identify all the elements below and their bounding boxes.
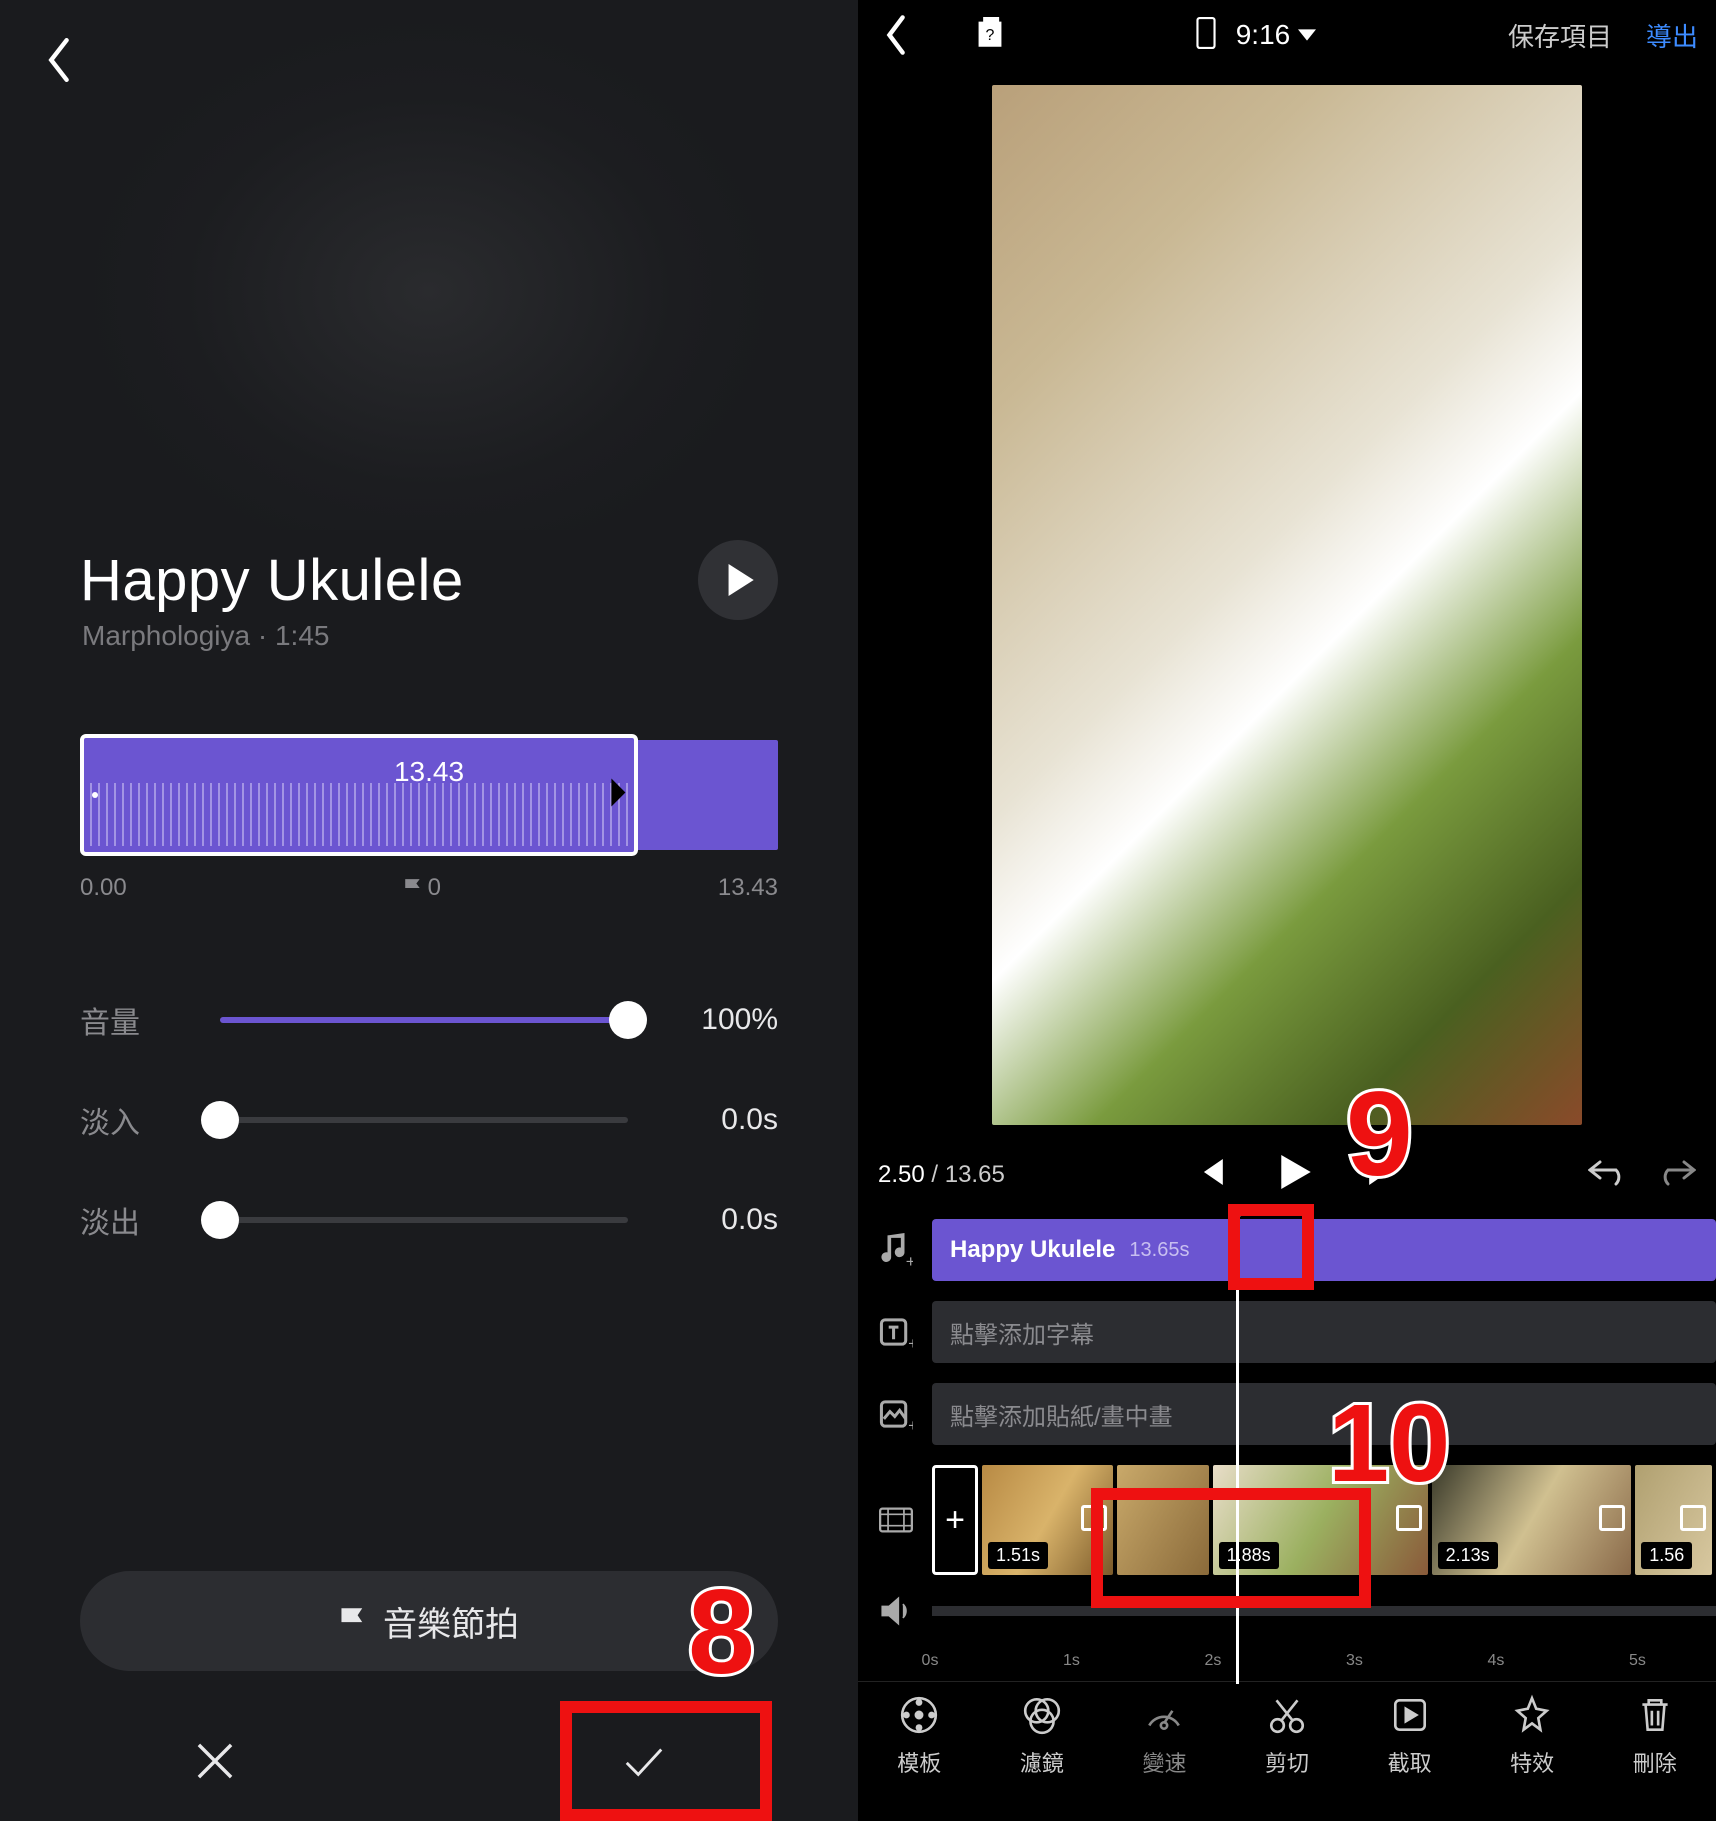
timeline-tracks: + Happy Ukulele 13.65s + 點擊添加字幕 + 點擊添加貼紙… xyxy=(858,1210,1716,1684)
time-ruler: 0s 1s 2s 3s 4s 5s xyxy=(930,1640,1716,1684)
subtitle-track[interactable]: + 點擊添加字幕 xyxy=(858,1296,1716,1368)
sticker-icon: + xyxy=(870,1388,922,1440)
waveform-trimmer[interactable]: 13.43 0.00 0 13.43 xyxy=(80,740,778,902)
redo-button[interactable] xyxy=(1656,1157,1696,1194)
preview-frame xyxy=(992,85,1582,1125)
time-display: 2.50 / 13.65 xyxy=(878,1161,1005,1189)
expand-icon[interactable] xyxy=(1396,1505,1422,1531)
play-button[interactable] xyxy=(698,540,778,620)
tool-speed[interactable]: 變速 xyxy=(1103,1694,1226,1821)
back-button[interactable] xyxy=(876,15,916,55)
tool-filter[interactable]: 濾鏡 xyxy=(981,1694,1104,1821)
add-sticker-hint[interactable]: 點擊添加貼紙/畫中畫 xyxy=(932,1383,1716,1445)
clip-thumb[interactable]: 1.51s xyxy=(982,1465,1113,1575)
tool-capture[interactable]: 截取 xyxy=(1348,1694,1471,1821)
wave-end-label: 13.43 xyxy=(718,874,778,902)
music-edit-panel: Happy Ukulele Marphologiya · 1:45 13.43 … xyxy=(0,0,858,1821)
add-subtitle-hint[interactable]: 點擊添加字幕 xyxy=(932,1301,1716,1363)
track-artist: Marphologiya · 1:45 xyxy=(82,620,329,652)
export-button[interactable]: 導出 xyxy=(1646,17,1698,54)
playhead[interactable] xyxy=(1236,1210,1239,1684)
svg-text:?: ? xyxy=(986,26,995,43)
clip-thumb[interactable] xyxy=(1117,1465,1209,1575)
video-preview[interactable] xyxy=(858,70,1716,1140)
tool-delete[interactable]: 刪除 xyxy=(1593,1694,1716,1821)
svg-text:+: + xyxy=(906,1252,913,1267)
skip-end-button[interactable] xyxy=(1369,1159,1393,1192)
tool-template[interactable]: 模板 xyxy=(858,1694,981,1821)
confirm-button[interactable] xyxy=(429,1701,858,1821)
sticker-track[interactable]: + 點擊添加貼紙/畫中畫 xyxy=(858,1378,1716,1450)
wave-flag-count: 0 xyxy=(404,874,441,902)
speaker-icon xyxy=(870,1595,922,1627)
music-track-name: Happy Ukulele xyxy=(950,1236,1115,1264)
selection-duration: 13.43 xyxy=(394,756,464,788)
fadeout-slider[interactable]: 淡出 0.0s xyxy=(80,1170,778,1270)
wave-start-label: 0.00 xyxy=(80,874,127,902)
expand-icon[interactable] xyxy=(1081,1505,1107,1531)
svg-text:+: + xyxy=(908,1416,913,1431)
volume-track[interactable] xyxy=(858,1586,1716,1636)
fadein-slider[interactable]: 淡入 0.0s xyxy=(80,1070,778,1170)
add-clip-button[interactable]: + xyxy=(932,1465,978,1575)
bottom-toolbar: 模板 濾鏡 變速 剪切 截取 特效 刪除 xyxy=(858,1681,1716,1821)
video-editor-panel: ? 9:16 保存項目 導出 2.50 / 13.65 xyxy=(858,0,1716,1821)
clip-track[interactable]: + 1.51s 1.88s 2.13s 1.56 xyxy=(858,1460,1716,1580)
aspect-ratio-selector[interactable]: 9:16 xyxy=(1236,19,1317,51)
tool-effect[interactable]: 特效 xyxy=(1471,1694,1594,1821)
clip-icon xyxy=(870,1503,922,1537)
playbar: 2.50 / 13.65 xyxy=(858,1140,1716,1210)
expand-icon[interactable] xyxy=(1680,1505,1706,1531)
expand-icon[interactable] xyxy=(1599,1505,1625,1531)
editor-header: ? 9:16 保存項目 導出 xyxy=(858,0,1716,70)
clip-thumb[interactable]: 1.56 xyxy=(1635,1465,1712,1575)
album-art-area xyxy=(0,0,858,530)
clip-thumb[interactable]: 1.88s xyxy=(1213,1465,1428,1575)
save-project-button[interactable]: 保存項目 xyxy=(1508,17,1612,54)
text-icon: + xyxy=(870,1306,922,1358)
music-track-duration: 13.65s xyxy=(1129,1239,1189,1262)
undo-button[interactable] xyxy=(1588,1157,1628,1194)
clip-thumb[interactable]: 2.13s xyxy=(1432,1465,1632,1575)
play-button[interactable] xyxy=(1281,1155,1311,1196)
music-icon: + xyxy=(870,1224,922,1276)
orientation-icon[interactable] xyxy=(1196,17,1216,54)
music-beat-button[interactable]: 音樂節拍 xyxy=(80,1571,778,1671)
music-track[interactable]: + Happy Ukulele 13.65s xyxy=(858,1214,1716,1286)
volume-slider[interactable]: 音量 100% xyxy=(80,970,778,1070)
track-title: Happy Ukulele xyxy=(80,547,464,614)
help-icon[interactable]: ? xyxy=(976,17,1004,54)
back-button[interactable] xyxy=(30,30,90,90)
tool-trim[interactable]: 剪切 xyxy=(1226,1694,1349,1821)
skip-start-button[interactable] xyxy=(1199,1159,1223,1192)
cancel-button[interactable] xyxy=(0,1701,429,1821)
svg-text:+: + xyxy=(908,1334,913,1349)
